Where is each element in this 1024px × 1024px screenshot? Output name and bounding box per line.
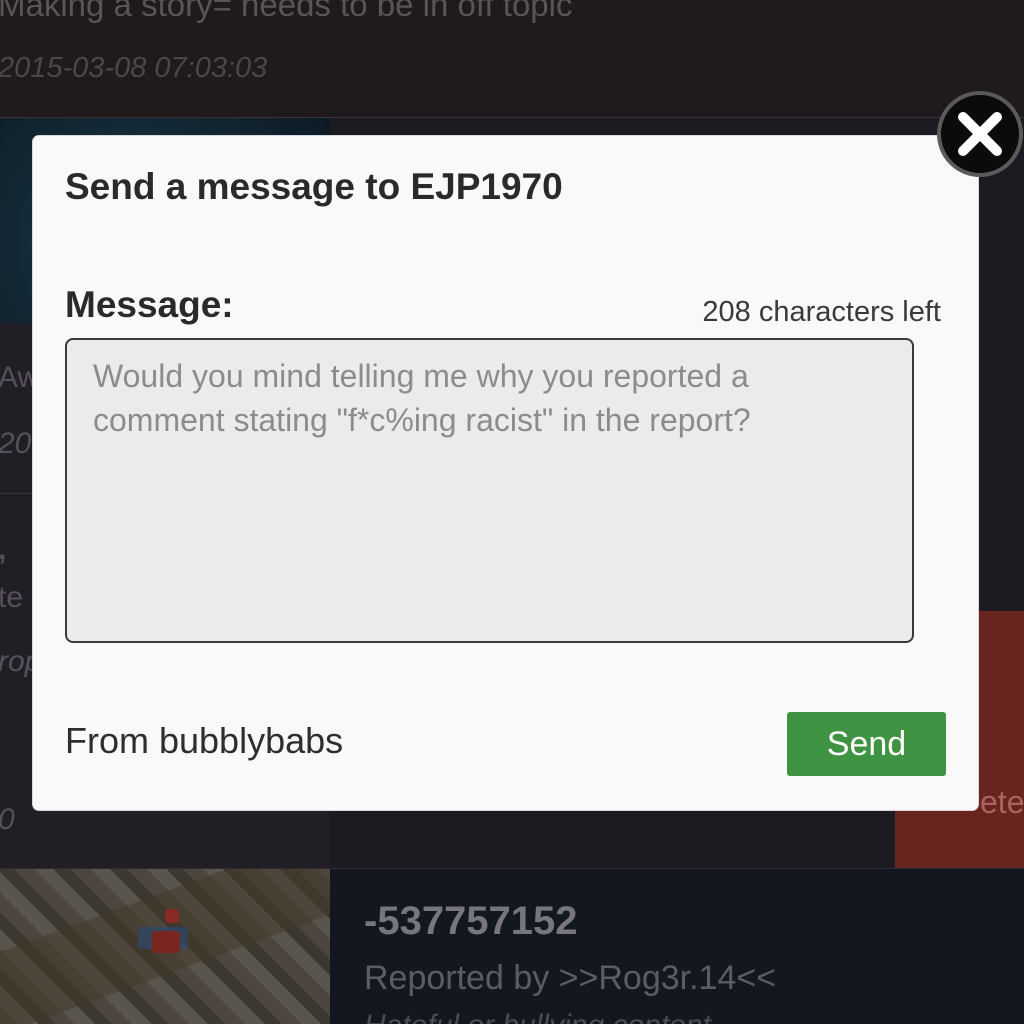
text-fragment: 20 [0,427,32,460]
message-label: Message: [65,284,234,325]
report-reason: Hateful or bullying content [364,1009,711,1024]
close-button[interactable] [937,91,1023,177]
from-label: From bubblybabs [65,720,344,761]
message-textarea[interactable]: Would you mind telling me why you report… [65,338,914,643]
send-message-dialog: Send a message to EJP1970 Message: 208 c… [33,136,978,810]
report-title: Making a story= needs to be in off topic [0,0,573,23]
thumbnail-detail [152,931,180,953]
dialog-title: Send a message to EJP1970 [65,166,563,207]
report-item[interactable]: Making a story= needs to be in off topic… [0,0,1024,118]
text-fragment: te [0,581,24,614]
text-fragment: , [0,533,6,567]
characters-left-counter: 208 characters left [702,296,941,328]
report-date: 2015-03-08 07:03:03 [0,52,268,84]
reported-by: Reported by >>Rog3r.14<< [364,959,777,997]
close-icon [958,112,1002,156]
text-fragment: 0 [0,803,15,837]
text-fragment: ete [980,784,1024,820]
report-item[interactable]: -537757152 Reported by >>Rog3r.14<< Hate… [0,868,1024,1024]
thumbnail-detail [165,909,179,923]
send-button[interactable]: Send [787,712,946,776]
report-number: -537757152 [364,899,578,943]
